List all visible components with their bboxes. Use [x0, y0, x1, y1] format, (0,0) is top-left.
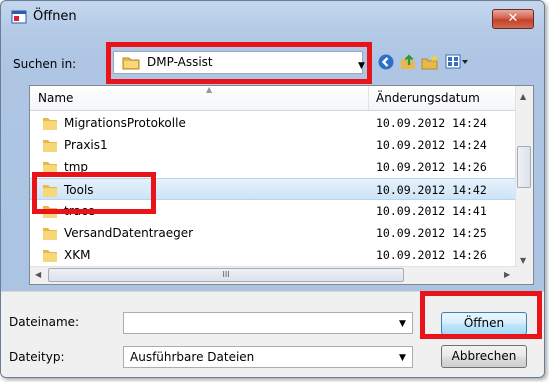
file-date: 10.09.2012 14:25	[376, 226, 487, 240]
scroll-down-arrow-icon[interactable]: ▼	[520, 256, 526, 265]
sort-indicator-icon: ▲	[206, 85, 213, 94]
horizontal-scroll-thumb[interactable]: III	[48, 268, 404, 282]
up-folder-icon[interactable]	[399, 53, 417, 71]
lookin-dropdown[interactable]: DMP-Assist	[113, 51, 363, 74]
list-item[interactable]: Praxis1 10.09.2012 14:24	[30, 134, 518, 156]
filetype-label: Dateityp:	[9, 350, 65, 364]
column-divider[interactable]	[368, 86, 369, 110]
open-button[interactable]: Öffnen	[441, 312, 527, 335]
scroll-right-arrow-icon[interactable]: ▶	[504, 270, 510, 279]
filename-field[interactable]	[123, 312, 413, 334]
file-name: XKM	[64, 248, 91, 262]
file-date: 10.09.2012 14:42	[376, 183, 487, 197]
back-icon[interactable]	[377, 53, 395, 71]
cancel-button[interactable]: Abbrechen	[441, 345, 527, 368]
file-name: Tools	[64, 183, 94, 197]
folder-icon	[42, 204, 58, 222]
list-item[interactable]: trace 10.09.2012 14:41	[30, 200, 518, 222]
list-item[interactable]: MigrationsProtokolle 10.09.2012 14:24	[30, 112, 518, 134]
filetype-select[interactable]: Ausführbare Dateien	[123, 346, 413, 368]
file-date: 10.09.2012 14:41	[376, 204, 487, 218]
folder-icon	[42, 226, 58, 244]
folder-icon	[42, 183, 58, 201]
filename-chevron-down-icon[interactable]: ▼	[399, 319, 406, 329]
file-name: Praxis1	[64, 138, 108, 152]
file-list[interactable]: Name ▲ Änderungsdatum MigrationsProtokol…	[29, 85, 534, 285]
open-dialog: Öffnen ✕ Suchen in: DMP-Assist ▼ Name ▲ …	[0, 0, 545, 378]
list-item-selected[interactable]: Tools 10.09.2012 14:42	[30, 178, 518, 200]
folder-icon	[42, 248, 58, 266]
list-item[interactable]: VersandDatentraeger 10.09.2012 14:25	[30, 222, 518, 244]
scrollbar-corner	[516, 267, 533, 284]
file-name: MigrationsProtokolle	[64, 116, 186, 130]
bottom-panel: Dateiname: ▼ Dateityp: Ausführbare Datei…	[1, 291, 544, 377]
lookin-value: DMP-Assist	[147, 55, 213, 69]
view-menu-icon[interactable]	[445, 53, 469, 71]
horizontal-scrollbar[interactable]: ◀ III ▶	[30, 266, 518, 284]
close-button[interactable]: ✕	[492, 9, 534, 29]
vertical-scroll-thumb[interactable]	[517, 146, 531, 188]
window-title: Öffnen	[33, 9, 77, 24]
column-header-name[interactable]: Name	[38, 91, 73, 105]
folder-icon	[122, 55, 140, 73]
scroll-left-arrow-icon[interactable]: ◀	[35, 270, 41, 279]
filename-label: Dateiname:	[9, 315, 80, 329]
file-date: 10.09.2012 14:24	[376, 138, 487, 152]
list-item[interactable]: tmp 10.09.2012 14:26	[30, 156, 518, 178]
file-date: 10.09.2012 14:26	[376, 248, 487, 262]
vertical-scrollbar[interactable]: ▲ ▼	[515, 86, 533, 269]
file-name: trace	[64, 204, 95, 218]
file-date: 10.09.2012 14:26	[376, 160, 487, 174]
folder-icon	[42, 138, 58, 156]
scroll-up-arrow-icon[interactable]: ▲	[520, 92, 526, 101]
filetype-value: Ausführbare Dateien	[130, 350, 255, 364]
new-folder-icon[interactable]	[421, 53, 439, 71]
filetype-chevron-down-icon[interactable]: ▼	[399, 353, 406, 363]
lookin-chevron-down-icon[interactable]: ▼	[358, 61, 365, 71]
list-item[interactable]: XKM 10.09.2012 14:26	[30, 244, 518, 266]
list-header: Name ▲ Änderungsdatum	[30, 86, 518, 111]
lookin-label: Suchen in:	[13, 57, 77, 71]
file-name: tmp	[64, 160, 89, 174]
folder-icon	[42, 116, 58, 134]
folder-icon	[42, 160, 58, 178]
app-icon	[11, 10, 27, 24]
column-header-date[interactable]: Änderungsdatum	[376, 91, 480, 105]
file-name: VersandDatentraeger	[64, 226, 194, 240]
file-date: 10.09.2012 14:24	[376, 116, 487, 130]
